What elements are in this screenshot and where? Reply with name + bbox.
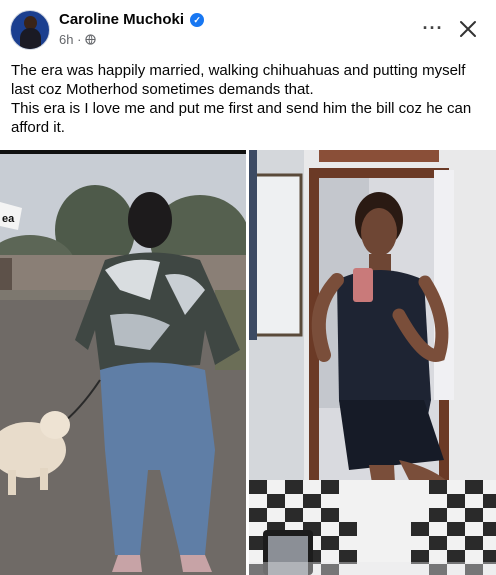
photo-mirror-selfie[interactable]	[249, 150, 496, 575]
author-name-row: Caroline Muchoki ✓	[59, 11, 205, 28]
photo-sticker-text: ea	[2, 213, 15, 225]
verified-badge-icon: ✓	[190, 13, 205, 27]
post-meta: 6h ·	[59, 32, 96, 47]
post-text-line-2: This era is I love me and put me first a…	[11, 100, 472, 136]
more-options-button[interactable]: ···	[421, 18, 445, 42]
meta-separator: ·	[77, 32, 82, 47]
close-button[interactable]	[456, 17, 480, 41]
author-name[interactable]: Caroline Muchoki	[59, 11, 184, 28]
post-text: The era was happily married, walking chi…	[11, 61, 489, 137]
globe-icon	[85, 34, 96, 45]
post-header: Caroline Muchoki ✓ 6h · ···	[0, 0, 496, 58]
author-avatar[interactable]	[10, 10, 50, 50]
more-options-icon: ···	[422, 18, 444, 38]
close-icon	[460, 21, 476, 37]
post-time[interactable]: 6h	[59, 32, 73, 47]
post-text-line-1: The era was happily married, walking chi…	[11, 62, 466, 98]
photo-walking-dog[interactable]: ea	[0, 150, 246, 575]
